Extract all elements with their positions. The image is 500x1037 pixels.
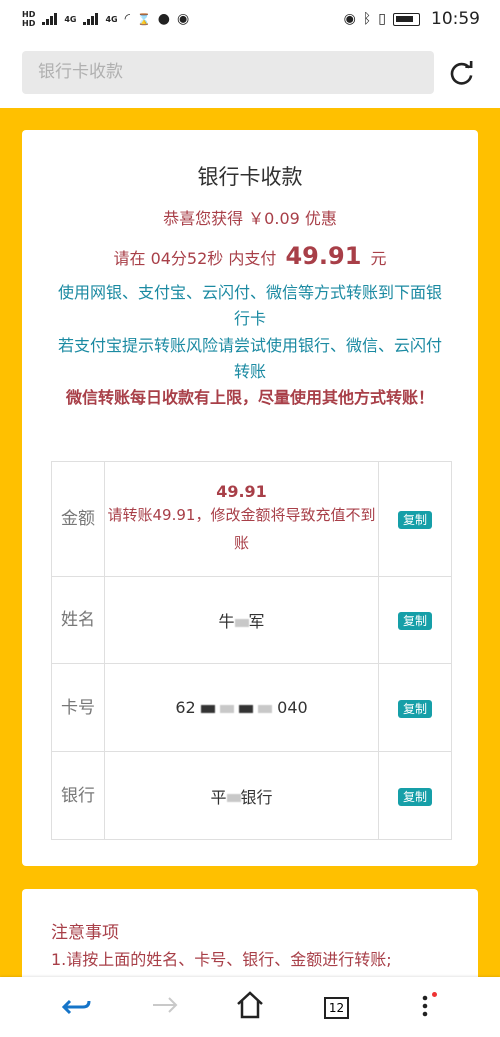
alipay-risk-note: 若支付宝提示转账风险请尝试使用银行、微信、云闪付转账 bbox=[57, 336, 442, 381]
refresh-icon[interactable] bbox=[448, 60, 475, 87]
status-left: HD HD 4G 4G ◜ ⌛ ● ◉ bbox=[22, 10, 189, 28]
battery-icon bbox=[393, 12, 420, 26]
hd-badge: HD bbox=[22, 10, 36, 19]
table-row-name: 姓名 牛军 复制 bbox=[51, 576, 452, 664]
app-icon: ◉ bbox=[176, 11, 190, 27]
amount-warning: 请转账49.91，修改金额将导致充值不到账 bbox=[107, 505, 376, 552]
clock: 10:59 bbox=[431, 9, 480, 29]
redaction-block bbox=[200, 704, 215, 713]
table-row-card-number: 卡号 62 040 复制 bbox=[51, 663, 452, 752]
vibrate-icon: ▯ bbox=[378, 11, 386, 27]
hd-indicators: HD HD bbox=[22, 10, 35, 28]
copy-bank-button[interactable]: 复制 bbox=[397, 787, 432, 806]
signal-icon bbox=[42, 13, 58, 25]
amount-value: 49.91 bbox=[216, 481, 267, 501]
copy-amount-button[interactable]: 复制 bbox=[397, 511, 432, 529]
notes-line: 1.请按上面的姓名、卡号、银行、金额进行转账; bbox=[51, 950, 392, 969]
redaction-block bbox=[219, 704, 234, 713]
discount-text: 恭喜您获得 ￥0.09 优惠 bbox=[163, 209, 337, 228]
url-bar[interactable]: 银行卡收款 bbox=[22, 51, 434, 94]
copy-name-button[interactable]: 复制 bbox=[397, 612, 432, 630]
row-label-name: 姓名 bbox=[51, 576, 105, 664]
home-icon[interactable] bbox=[235, 989, 265, 1021]
tabs-button[interactable]: 12 bbox=[324, 997, 349, 1019]
redaction-block bbox=[226, 794, 241, 802]
bank-value: 平银行 bbox=[104, 751, 379, 840]
payment-card: 银行卡收款 恭喜您获得 ￥0.09 优惠 请在 04分52秒 内支付 49.91… bbox=[22, 130, 478, 866]
bank-info-table: 金额 49.91 请转账49.91，修改金额将导致充值不到账 复制 姓名 牛军 … bbox=[51, 461, 452, 840]
status-right: ◉ ᛒ ▯ 10:59 bbox=[344, 9, 480, 29]
redaction-block bbox=[238, 704, 253, 713]
notes-title: 注意事项 bbox=[51, 923, 119, 943]
row-label-bank: 银行 bbox=[51, 751, 105, 840]
redaction-block bbox=[258, 704, 273, 713]
hd-badge: HD bbox=[22, 19, 36, 28]
network-label: 4G bbox=[105, 14, 118, 24]
notification-dot bbox=[432, 992, 437, 997]
table-row-amount: 金额 49.91 请转账49.91，修改金额将导致充值不到账 复制 bbox=[51, 461, 452, 577]
forward-icon[interactable] bbox=[150, 989, 180, 1021]
currency-unit: 元 bbox=[370, 249, 387, 268]
amount-value-cell: 49.91 请转账49.91，修改金额将导致充值不到账 bbox=[104, 461, 379, 577]
eye-icon: ◉ bbox=[343, 11, 356, 27]
bluetooth-icon: ᛒ bbox=[362, 11, 372, 27]
copy-card-number-button[interactable]: 复制 bbox=[397, 699, 432, 718]
page-title: 银行卡收款 bbox=[197, 165, 303, 189]
table-row-bank: 银行 平银行 复制 bbox=[51, 751, 452, 840]
wifi-icon: ◜ bbox=[124, 11, 131, 27]
name-value: 牛军 bbox=[104, 576, 379, 664]
signal-icon bbox=[83, 13, 99, 25]
network-label: 4G bbox=[64, 14, 77, 24]
payment-deadline: 请在 04分52秒 内支付 49.91 元 bbox=[22, 242, 478, 270]
payment-methods-note: 使用网银、支付宝、云闪付、微信等方式转账到下面银行卡 bbox=[57, 283, 442, 328]
browser-bottom-bar: 12 bbox=[0, 977, 500, 1037]
row-label-card-number: 卡号 bbox=[51, 663, 105, 752]
deadline-label: 请在 04分52秒 内支付 bbox=[113, 249, 277, 268]
wechat-limit-warning: 微信转账每日收款有上限，尽量使用其他方式转账！ bbox=[65, 388, 434, 407]
payment-amount: 49.91 bbox=[285, 242, 362, 270]
browser-toolbar: 银行卡收款 bbox=[0, 38, 500, 108]
row-label-amount: 金额 bbox=[51, 461, 105, 577]
hourglass-icon: ⌛ bbox=[137, 12, 151, 26]
card-number-value: 62 040 bbox=[104, 663, 379, 752]
status-bar: HD HD 4G 4G ◜ ⌛ ● ◉ ◉ ᛒ ▯ 10:59 bbox=[0, 0, 500, 38]
chat-icon: ● bbox=[157, 11, 170, 27]
redaction-block bbox=[234, 618, 249, 627]
back-icon[interactable] bbox=[62, 989, 92, 1021]
